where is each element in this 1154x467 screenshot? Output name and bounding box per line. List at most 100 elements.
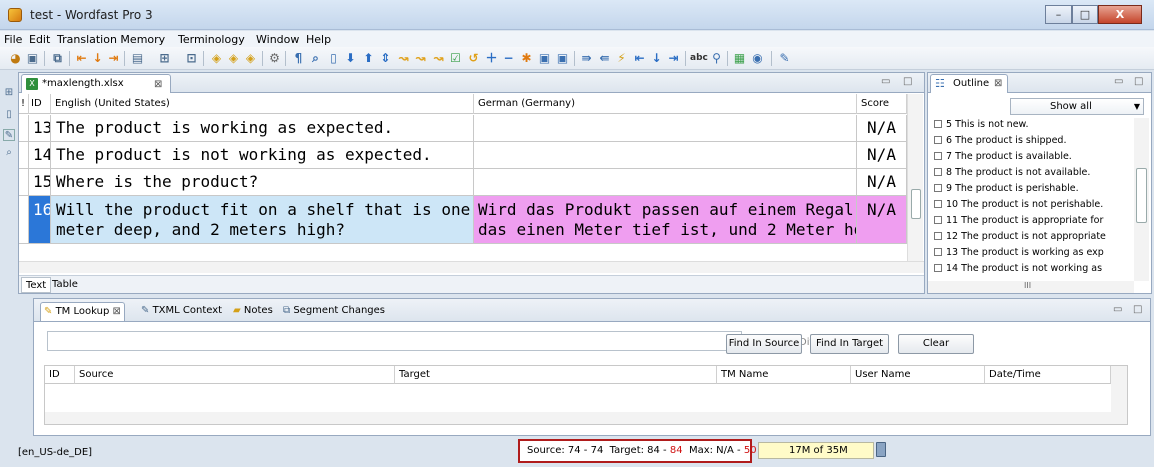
outline-item[interactable]: 12 The product is not appropriate	[934, 231, 1126, 242]
column-header[interactable]: TM Name	[717, 366, 851, 384]
open-project-icon[interactable]: ◕	[8, 51, 23, 66]
column-score[interactable]: Score	[857, 94, 907, 114]
segment-row-selected[interactable]: 16 Will the product fit on a shelf that …	[19, 196, 907, 244]
filter-icon[interactable]: ⚲	[709, 51, 724, 66]
maximize-view-icon[interactable]: □	[1134, 76, 1143, 87]
minimize-button[interactable]: –	[1045, 5, 1072, 24]
flash-icon[interactable]: ⚡	[614, 51, 629, 66]
up-arrow-icon[interactable]: ⬆	[361, 51, 376, 66]
outline-item[interactable]: 10 The product is not perishable.	[934, 199, 1126, 210]
table-icon[interactable]: ⊞	[157, 51, 172, 66]
minimize-view-icon[interactable]: ▭	[1114, 76, 1123, 87]
segment-row[interactable]: 14 The product is not working as expecte…	[19, 142, 907, 169]
source-cell[interactable]: Will the product fit on a shelf that is …	[51, 196, 474, 243]
menu-help[interactable]: Help	[306, 33, 331, 46]
minimize-view-icon[interactable]: ▭	[881, 76, 890, 87]
last-segment-icon[interactable]: ⇥	[106, 51, 121, 66]
tm-icon[interactable]: ◈	[209, 51, 224, 66]
scrollbar-thumb[interactable]	[911, 189, 921, 219]
lookup-vertical-scrollbar[interactable]	[1111, 366, 1127, 412]
tab-table[interactable]: Table	[48, 277, 82, 293]
outline-item[interactable]: 9 The product is perishable.	[934, 183, 1126, 194]
outline-horizontal-scrollbar[interactable]: III	[928, 281, 1134, 293]
outline-item[interactable]: 6 The product is shipped.	[934, 135, 1126, 146]
tab-outline[interactable]: ☷ Outline ⊠	[930, 74, 1008, 93]
validate-icon[interactable]: ☑	[448, 51, 463, 66]
outline-item[interactable]: 7 The product is available.	[934, 151, 1126, 162]
find-in-source-button[interactable]: Find In Source	[726, 334, 802, 354]
tm-remove-icon[interactable]: ◈	[243, 51, 258, 66]
menu-file[interactable]: File	[4, 33, 22, 46]
first-segment-icon[interactable]: ⇤	[74, 51, 89, 66]
search-trim-icon[interactable]: ⌕	[3, 147, 15, 159]
close-outline-icon[interactable]: ⊠	[994, 75, 1002, 92]
source-cell[interactable]: Where is the product?	[51, 169, 474, 195]
menu-terminology[interactable]: Terminology	[178, 33, 245, 46]
tab-text[interactable]: Text	[21, 277, 52, 293]
outline-filter-select[interactable]: Show all ▼	[1010, 98, 1144, 115]
copy-next-icon[interactable]: ↝	[431, 51, 446, 66]
column-id[interactable]: ID	[29, 94, 51, 114]
outline-item[interactable]: 14 The product is not working as	[934, 263, 1126, 274]
outline-vertical-scrollbar[interactable]	[1134, 118, 1149, 281]
tab-segment-changes[interactable]: ⧉ Segment Changes	[280, 302, 388, 321]
revert-icon[interactable]: ↺	[466, 51, 481, 66]
find-in-target-button[interactable]: Find In Target	[810, 334, 889, 354]
split-icon[interactable]: ↓	[649, 51, 664, 66]
concordance-icon[interactable]: ▣	[555, 51, 570, 66]
tm-lookup-icon[interactable]: ▣	[537, 51, 552, 66]
tab-notes[interactable]: ▰ Notes	[230, 302, 276, 321]
source-cell[interactable]: The product is not working as expected.	[51, 142, 474, 168]
target-cell[interactable]	[474, 115, 857, 141]
tab-tm-lookup[interactable]: ✎ TM Lookup ⊠	[40, 302, 125, 321]
maximize-view-icon[interactable]: □	[903, 76, 912, 87]
column-header[interactable]: Source	[75, 366, 395, 384]
spellcheck-icon[interactable]: abc	[690, 51, 708, 66]
edit-trim-icon[interactable]: ✎	[3, 129, 15, 141]
down-arrow-icon[interactable]: ⬇	[343, 51, 358, 66]
target-cell-editing[interactable]: Wird das Produkt passen auf einem Regal,…	[474, 196, 857, 243]
maximize-view-icon[interactable]: □	[1133, 304, 1142, 315]
close-window-button[interactable]: X	[1098, 5, 1142, 24]
paragraph-icon[interactable]: ¶	[291, 51, 306, 66]
column-header[interactable]: ID	[45, 366, 75, 384]
editor-horizontal-scrollbar[interactable]	[19, 261, 924, 273]
outline-item[interactable]: 11 The product is appropriate for	[934, 215, 1126, 226]
preview-icon[interactable]: ◉	[750, 51, 765, 66]
column-source[interactable]: English (United States)	[51, 94, 474, 114]
document-trim-icon[interactable]: ▯	[3, 109, 15, 121]
target-cell[interactable]	[474, 142, 857, 168]
search-icon[interactable]: ⌕	[308, 51, 323, 66]
scrollbar-thumb[interactable]	[1136, 168, 1147, 223]
copy-icon[interactable]: ⧉	[50, 51, 65, 66]
outline-item[interactable]: 5 This is not new.	[934, 119, 1126, 130]
grid-icon[interactable]: ⊡	[184, 51, 199, 66]
outline-item[interactable]: 8 The product is not available.	[934, 167, 1126, 178]
quality-icon[interactable]: ▦	[732, 51, 747, 66]
copy-source-icon[interactable]: ↝	[396, 51, 411, 66]
garbage-collect-icon[interactable]	[876, 442, 886, 457]
target-cell[interactable]	[474, 169, 857, 195]
join-icon[interactable]: ⇤	[632, 51, 647, 66]
save-icon[interactable]: ▣	[25, 51, 40, 66]
segment-row[interactable]: 13 The product is working as expected. N…	[19, 115, 907, 142]
asterisk-icon[interactable]: ✱	[519, 51, 534, 66]
document-icon[interactable]: ▯	[326, 51, 341, 66]
prev-icon[interactable]: ⇚	[597, 51, 612, 66]
lookup-horizontal-scrollbar[interactable]	[45, 412, 1127, 424]
next-icon[interactable]: ⇛	[579, 51, 594, 66]
column-header[interactable]: User Name	[851, 366, 985, 384]
close-tab-icon[interactable]: ⊠	[112, 306, 120, 317]
editor-vertical-scrollbar[interactable]	[907, 94, 923, 273]
search-input[interactable]	[47, 331, 742, 351]
tm-add-icon[interactable]: ◈	[226, 51, 241, 66]
close-tab-icon[interactable]: ⊠	[154, 76, 162, 93]
menu-edit[interactable]: Edit	[29, 33, 50, 46]
menu-translation-memory[interactable]: Translation Memory	[57, 33, 165, 46]
copy-tags-icon[interactable]: ↝	[413, 51, 428, 66]
source-cell[interactable]: The product is working as expected.	[51, 115, 474, 141]
minimize-view-icon[interactable]: ▭	[1113, 304, 1122, 315]
outline-item[interactable]: 13 The product is working as exp	[934, 247, 1126, 258]
maximize-button[interactable]: □	[1072, 5, 1098, 24]
clear-button[interactable]: Clear	[898, 334, 974, 354]
